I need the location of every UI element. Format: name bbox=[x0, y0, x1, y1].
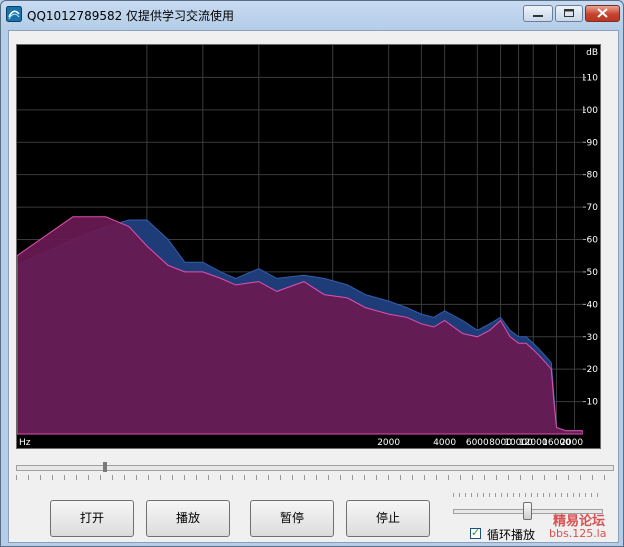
db-tick-label: 50 bbox=[587, 268, 599, 278]
db-tick-label: 70 bbox=[587, 203, 599, 213]
maximize-button[interactable] bbox=[555, 5, 583, 22]
minimize-icon bbox=[533, 15, 543, 17]
hz-unit-label: Hz bbox=[19, 438, 31, 448]
spectrum-series-2 bbox=[16, 216, 585, 435]
close-button[interactable] bbox=[585, 5, 620, 22]
db-tick-label: 10 bbox=[587, 398, 599, 408]
seek-slider-ticks bbox=[16, 475, 614, 480]
app-window: QQ1012789582 仅提供学习交流使用 Hz 2000 4000 6000 800… bbox=[0, 0, 624, 547]
maximize-icon bbox=[564, 9, 574, 17]
window-title: QQ1012789582 仅提供学习交流使用 bbox=[27, 9, 235, 23]
db-tick-label: 90 bbox=[587, 138, 599, 148]
db-tick-label: 30 bbox=[587, 333, 599, 343]
watermark-url: bbs.125.la bbox=[549, 527, 607, 540]
client-area: Hz200040006000800010000120001600020000 d… bbox=[8, 30, 619, 543]
seek-slider-thumb[interactable] bbox=[103, 462, 108, 472]
volume-slider-ticks bbox=[453, 493, 603, 497]
db-unit-label: dB bbox=[586, 48, 598, 58]
series-layer bbox=[16, 216, 585, 435]
db-tick-label: 80 bbox=[587, 171, 599, 181]
open-button[interactable]: 打开 bbox=[50, 500, 134, 537]
spectrum-analyzer: Hz200040006000800010000120001600020000 bbox=[16, 44, 589, 449]
frequency-axis: Hz200040006000800010000120001600020000 bbox=[19, 438, 589, 448]
freq-tick-label: 6000 bbox=[466, 438, 489, 448]
pause-button[interactable]: 暂停 bbox=[250, 500, 334, 537]
db-tick-label: 60 bbox=[587, 236, 599, 246]
freq-tick-label: 2000 bbox=[377, 438, 400, 448]
loop-checkbox[interactable]: ✓ bbox=[470, 526, 481, 539]
freq-tick-label: 4000 bbox=[433, 438, 456, 448]
db-tick-label: 40 bbox=[587, 300, 599, 310]
checkmark-icon: ✓ bbox=[471, 526, 481, 539]
db-tick-label: 20 bbox=[587, 365, 599, 375]
close-icon bbox=[597, 8, 608, 18]
title-bar[interactable]: QQ1012789582 仅提供学习交流使用 bbox=[1, 1, 623, 29]
spectrum-plot: Hz200040006000800010000120001600020000 bbox=[16, 45, 589, 448]
db-tick-label: 110 bbox=[583, 73, 598, 83]
stop-button[interactable]: 停止 bbox=[346, 500, 430, 537]
db-scale: dB 110 100 90 80 70 60 50 40 30 20 10 bbox=[581, 44, 601, 449]
loop-checkbox-label[interactable]: 循环播放 bbox=[487, 526, 535, 543]
db-axis: dB 110 100 90 80 70 60 50 40 30 20 10 bbox=[581, 48, 599, 408]
freq-tick-label: 20000 bbox=[560, 438, 584, 448]
minimize-button[interactable] bbox=[523, 5, 553, 22]
app-logo-icon bbox=[6, 6, 22, 22]
volume-slider-thumb[interactable] bbox=[523, 502, 532, 520]
db-tick-label: 100 bbox=[583, 106, 598, 116]
play-button[interactable]: 播放 bbox=[146, 500, 230, 537]
